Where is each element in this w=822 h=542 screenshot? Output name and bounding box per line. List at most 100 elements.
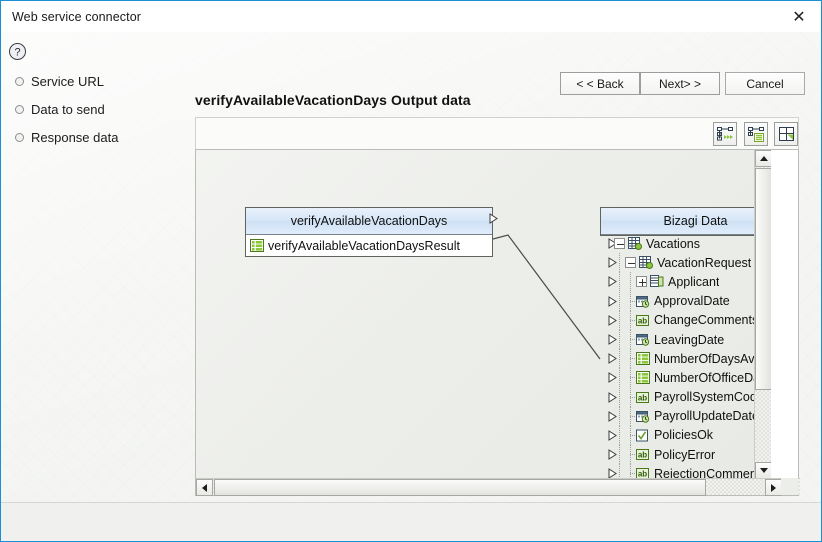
scroll-up-icon: [759, 156, 768, 161]
tree-row[interactable]: Applicant: [600, 272, 771, 292]
tree-row-label: LeavingDate: [654, 332, 725, 347]
sidebar-item-service-url[interactable]: Service URL: [15, 74, 104, 89]
target-tree[interactable]: Vacations VacationRequest Applicant Appr…: [600, 234, 771, 479]
tree-row[interactable]: ApprovalDate: [600, 291, 771, 311]
tree-indent-guide: [625, 387, 636, 407]
date-icon: [636, 295, 650, 308]
source-node[interactable]: verifyAvailableVacationDays verifyAvaila…: [245, 207, 498, 257]
input-port-icon[interactable]: [600, 372, 617, 384]
next-button[interactable]: Next> >: [640, 72, 720, 95]
tree-indent-guide: [614, 310, 625, 330]
auto-map-all-button[interactable]: [713, 122, 737, 146]
tree-row[interactable]: NumberOfDaysAvailable: [600, 349, 771, 369]
horizontal-scroll-thumb[interactable]: [214, 479, 706, 496]
sidebar-item-response-data[interactable]: Response data: [15, 130, 118, 145]
collapse-node-button[interactable]: [614, 238, 625, 250]
tree-indent-guide: [625, 368, 636, 388]
help-icon: ?: [8, 42, 26, 60]
tree-indent-guide: [625, 349, 636, 369]
tree-row[interactable]: ab PayrollSystemCode: [600, 387, 771, 407]
scrollbar-corner: [781, 478, 798, 495]
input-port-icon[interactable]: [600, 257, 617, 269]
tree-indent-guide: [625, 330, 636, 350]
source-node-row-label: verifyAvailableVacationDaysResult: [268, 238, 460, 253]
input-port-icon[interactable]: [600, 238, 617, 249]
radio-bullet-icon: [15, 105, 24, 114]
input-port-icon[interactable]: [600, 468, 617, 479]
vertical-scroll-thumb[interactable]: [755, 168, 771, 390]
sidebar-item-data-to-send[interactable]: Data to send: [15, 102, 105, 117]
input-port-icon[interactable]: [600, 276, 617, 288]
tree-indent-guide: [614, 253, 625, 273]
mapping-connector-line[interactable]: [492, 234, 601, 360]
canvas-horizontal-scrollbar[interactable]: [196, 478, 800, 496]
tree-row[interactable]: ab PolicyError: [600, 445, 771, 465]
text-icon: ab: [636, 314, 650, 327]
tree-indent-guide: [625, 291, 636, 311]
back-button[interactable]: < < Back: [560, 72, 640, 95]
scroll-up-button[interactable]: [755, 150, 771, 167]
tree-row[interactable]: Vacations: [600, 234, 771, 253]
cancel-button[interactable]: Cancel: [725, 72, 805, 95]
auto-map-selected-button[interactable]: [744, 122, 768, 146]
expand-node-button[interactable]: [636, 276, 647, 288]
tree-row-label: Vacations: [646, 236, 700, 251]
canvas-vertical-scrollbar[interactable]: [754, 150, 771, 479]
scroll-left-icon: [202, 483, 207, 492]
close-icon: ✕: [792, 6, 806, 26]
tree-row[interactable]: ab RejectionComments: [600, 464, 771, 479]
tree-row[interactable]: ab ChangeComments: [600, 310, 771, 330]
input-port-icon[interactable]: [600, 314, 617, 326]
scroll-right-icon: [771, 483, 776, 492]
tree-row[interactable]: NumberOfOfficeDays: [600, 368, 771, 388]
scroll-down-button[interactable]: [755, 462, 771, 479]
tree-indent-guide: [614, 445, 625, 465]
sidebar-item-label: Data to send: [31, 102, 105, 117]
collection-icon: [636, 352, 650, 366]
scroll-right-button[interactable]: [765, 479, 782, 496]
input-port-icon[interactable]: [600, 449, 617, 460]
close-button[interactable]: ✕: [777, 1, 821, 32]
collapse-node-button[interactable]: [625, 257, 636, 269]
target-node[interactable]: Bizagi Data: [600, 207, 771, 236]
input-port-icon[interactable]: [600, 295, 617, 307]
fit-to-window-button[interactable]: [774, 122, 798, 146]
collection-icon: [250, 239, 264, 252]
tree-row[interactable]: PayrollUpdateDate: [600, 406, 771, 426]
tree-indent-guide: [614, 387, 625, 407]
boolean-icon: [636, 429, 650, 442]
tree-indent-guide: [625, 425, 636, 445]
relation-icon: [650, 275, 664, 288]
help-button[interactable]: ?: [5, 39, 29, 63]
svg-text:ab: ab: [638, 316, 647, 325]
tree-row[interactable]: VacationRequest: [600, 253, 771, 273]
input-port-icon[interactable]: [600, 334, 617, 345]
input-port-icon[interactable]: [600, 410, 617, 422]
mapping-canvas[interactable]: verifyAvailableVacationDays verifyAvaila…: [196, 150, 771, 479]
mapper-toolbar: [195, 117, 799, 149]
source-node-row[interactable]: verifyAvailableVacationDaysResult: [246, 213, 498, 256]
collection-icon: [636, 371, 650, 385]
svg-text:ab: ab: [638, 393, 647, 402]
tree-row-label: ApprovalDate: [654, 294, 730, 309]
date-icon: [636, 410, 650, 423]
output-port-icon[interactable]: [481, 213, 498, 224]
tree-indent-guide: [614, 425, 625, 445]
auto-map-selected-icon: [747, 127, 764, 142]
tree-indent-guide: [614, 272, 625, 292]
svg-text:ab: ab: [638, 451, 647, 460]
tree-indent-guide: [614, 349, 625, 369]
input-port-icon[interactable]: [600, 429, 617, 441]
scroll-left-button[interactable]: [196, 479, 213, 496]
mapping-canvas-container: verifyAvailableVacationDays verifyAvaila…: [195, 149, 800, 496]
footer-bar: [1, 503, 821, 541]
tree-row-label: PoliciesOk: [654, 428, 714, 443]
tree-row[interactable]: LeavingDate: [600, 330, 771, 350]
tree-indent-guide: [614, 406, 625, 426]
tree-row-label: PayrollUpdateDate: [654, 409, 759, 424]
input-port-icon[interactable]: [600, 391, 617, 403]
tree-indent-guide: [625, 406, 636, 426]
tree-row[interactable]: PoliciesOk: [600, 425, 771, 445]
input-port-icon[interactable]: [600, 353, 617, 365]
text-icon: ab: [636, 391, 650, 404]
